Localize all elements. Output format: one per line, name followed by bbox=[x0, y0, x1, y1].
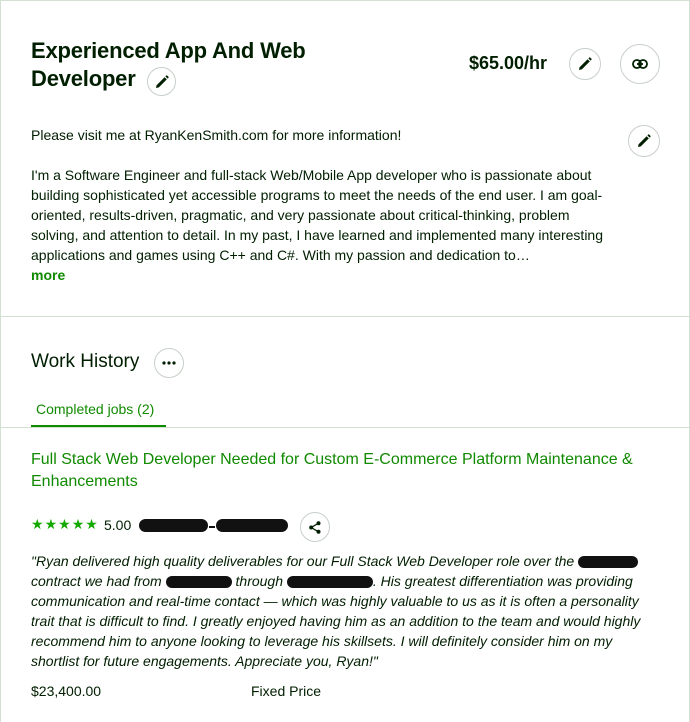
share-button[interactable] bbox=[300, 512, 330, 542]
rating-value: 5.00 bbox=[104, 517, 132, 533]
redacted-date-start bbox=[139, 519, 208, 532]
overview-more-link[interactable]: more bbox=[31, 267, 65, 283]
review-text: through bbox=[235, 573, 283, 589]
copy-link-button[interactable] bbox=[620, 44, 660, 84]
link-icon bbox=[632, 59, 648, 69]
tab-completed-jobs[interactable]: Completed jobs (2) bbox=[36, 401, 154, 417]
tabs-divider bbox=[0, 427, 690, 428]
share-icon bbox=[309, 520, 321, 534]
pencil-icon bbox=[579, 57, 592, 70]
work-history-title: Work History bbox=[31, 351, 140, 372]
pencil-icon bbox=[155, 74, 169, 88]
star-icon: ★ bbox=[58, 516, 71, 532]
client-review: "Ryan delivered high quality deliverable… bbox=[31, 551, 661, 671]
hourly-rate: $65.00/hr bbox=[469, 53, 548, 73]
edit-title-button[interactable] bbox=[147, 67, 176, 96]
work-history-more-button[interactable] bbox=[154, 348, 184, 378]
star-icon: ★ bbox=[71, 516, 85, 532]
date-separator bbox=[209, 526, 215, 528]
redacted-text bbox=[286, 576, 373, 589]
star-icon: ★ bbox=[85, 516, 98, 532]
review-text: contract we had from bbox=[31, 573, 162, 589]
job-title-link[interactable]: Full Stack Web Developer Needed for Cust… bbox=[31, 449, 671, 493]
star-rating: ★ ★ ★ ★ ★ bbox=[31, 517, 98, 531]
star-icon: ★ bbox=[44, 516, 58, 532]
section-divider bbox=[0, 316, 690, 317]
edit-overview-button[interactable] bbox=[628, 125, 660, 157]
overview-intro: Please visit me at RyanKenSmith.com for … bbox=[31, 127, 402, 143]
ellipsis-icon bbox=[162, 361, 176, 365]
redacted-text bbox=[165, 576, 232, 589]
profile-title: Experienced App And Web Developer bbox=[31, 38, 306, 91]
star-icon: ★ bbox=[31, 516, 44, 532]
job-price-type: Fixed Price bbox=[251, 683, 322, 699]
review-text: "Ryan delivered high quality deliverable… bbox=[31, 553, 575, 569]
redacted-date-end bbox=[216, 519, 288, 532]
redacted-text bbox=[578, 556, 639, 569]
edit-rate-button[interactable] bbox=[569, 48, 601, 80]
job-price: $23,400.00 bbox=[31, 683, 102, 699]
overview-text: I'm a Software Engineer and full-stack W… bbox=[31, 167, 604, 263]
pencil-icon bbox=[638, 134, 651, 147]
